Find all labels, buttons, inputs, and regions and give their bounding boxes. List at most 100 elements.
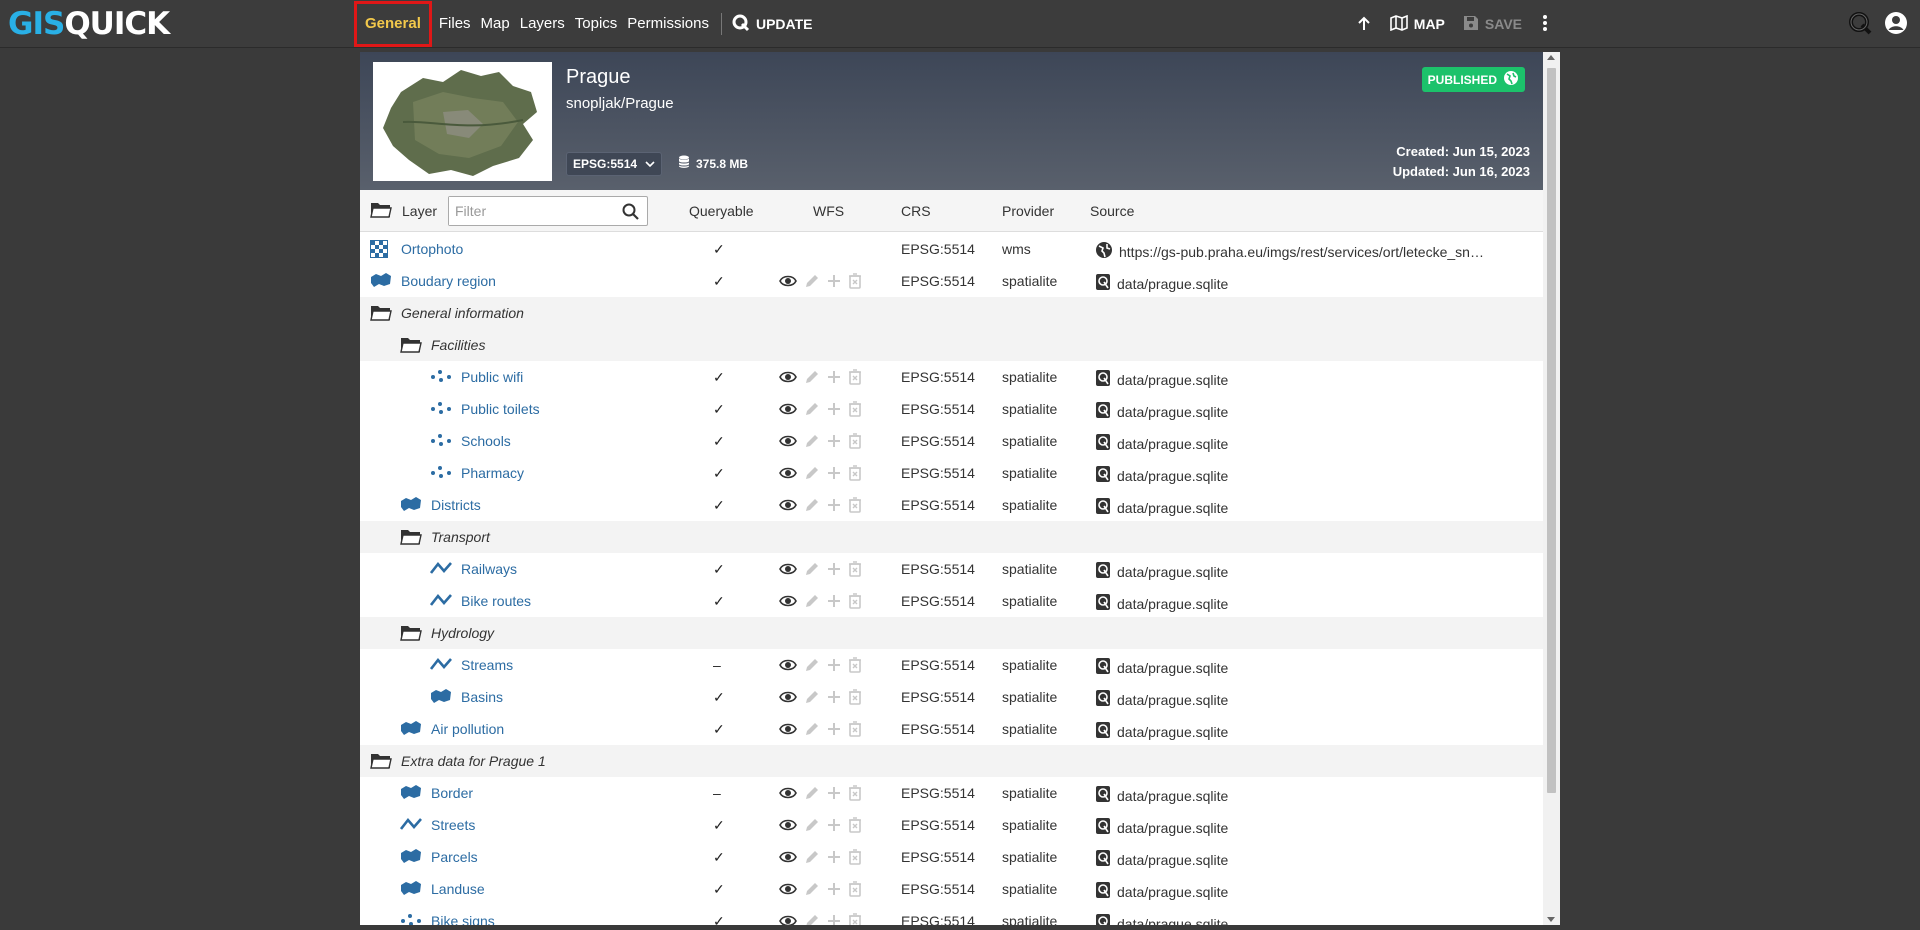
layer-row[interactable]: Border – EPSG:5514 spatialite data/prague.sq… [360, 777, 1543, 809]
layer-row[interactable]: Public toilets ✓ EPSG:5514 spatialite data/p… [360, 393, 1543, 425]
queryable-flag[interactable]: ✓ [713, 817, 725, 834]
layer-group-row[interactable]: Hydrology [360, 617, 1543, 649]
layer-row[interactable]: Boudary region ✓ EPSG:5514 spatialite data/p… [360, 265, 1543, 297]
scrollbar-thumb[interactable] [1547, 68, 1556, 793]
layer-name-label[interactable]: Railways [461, 561, 517, 577]
layer-row[interactable]: Railways ✓ EPSG:5514 spatialite data/prague.… [360, 553, 1543, 585]
tab-topics[interactable]: Topics [570, 0, 623, 48]
layer-row[interactable]: Streams – EPSG:5514 spatialite data/prague.s… [360, 649, 1543, 681]
plus-icon[interactable] [827, 402, 841, 419]
layer-row[interactable]: Ortophoto ✓ EPSG:5514 wms https://gs-pub.pra… [360, 233, 1543, 265]
delete-icon[interactable] [848, 913, 862, 925]
queryable-flag[interactable]: ✓ [713, 497, 725, 514]
tab-layers[interactable]: Layers [515, 0, 570, 48]
eye-icon[interactable] [779, 274, 797, 291]
plus-icon[interactable] [827, 498, 841, 515]
queryable-flag[interactable]: ✓ [713, 561, 725, 578]
plus-icon[interactable] [827, 274, 841, 291]
plus-icon[interactable] [827, 434, 841, 451]
queryable-flag[interactable]: ✓ [713, 401, 725, 418]
eye-icon[interactable] [779, 722, 797, 739]
layer-name-label[interactable]: Public wifi [461, 369, 523, 385]
eye-icon[interactable] [779, 818, 797, 835]
eye-icon[interactable] [779, 882, 797, 899]
folder-icon[interactable] [400, 336, 422, 357]
scroll-down-arrow[interactable] [1547, 917, 1555, 922]
delete-icon[interactable] [848, 401, 862, 420]
delete-icon[interactable] [848, 785, 862, 804]
layer-name-label[interactable]: Ortophoto [401, 241, 463, 257]
edit-icon[interactable] [804, 593, 820, 612]
folder-icon[interactable] [370, 304, 392, 325]
edit-icon[interactable] [804, 273, 820, 292]
queryable-flag[interactable]: ✓ [713, 881, 725, 898]
queryable-flag[interactable]: ✓ [713, 593, 725, 610]
layer-name-label[interactable]: Streams [461, 657, 513, 673]
edit-icon[interactable] [804, 465, 820, 484]
filter-input[interactable] [449, 197, 609, 225]
edit-icon[interactable] [804, 401, 820, 420]
layer-name-label[interactable]: Basins [461, 689, 503, 705]
layer-name-label[interactable]: Border [431, 785, 473, 801]
plus-icon[interactable] [827, 850, 841, 867]
vertical-scrollbar[interactable] [1543, 52, 1560, 925]
delete-icon[interactable] [848, 561, 862, 580]
upload-button[interactable] [1356, 15, 1372, 34]
eye-icon[interactable] [779, 466, 797, 483]
plus-icon[interactable] [827, 594, 841, 611]
queryable-flag[interactable]: – [713, 785, 721, 801]
layer-filter[interactable] [448, 196, 648, 226]
layer-group-row[interactable]: Transport [360, 521, 1543, 553]
plus-icon[interactable] [827, 818, 841, 835]
layer-group-row[interactable]: Extra data for Prague 1 [360, 745, 1543, 777]
plus-icon[interactable] [827, 562, 841, 579]
queryable-flag[interactable]: – [713, 657, 721, 673]
plus-icon[interactable] [827, 370, 841, 387]
eye-icon[interactable] [779, 370, 797, 387]
folder-icon[interactable] [370, 752, 392, 773]
delete-icon[interactable] [848, 497, 862, 516]
delete-icon[interactable] [848, 593, 862, 612]
edit-icon[interactable] [804, 785, 820, 804]
delete-icon[interactable] [848, 657, 862, 676]
layer-group-row[interactable]: Facilities [360, 329, 1543, 361]
delete-icon[interactable] [848, 433, 862, 452]
layer-group-row[interactable]: General information [360, 297, 1543, 329]
layer-name-label[interactable]: Landuse [431, 881, 485, 897]
layer-name-label[interactable]: Boudary region [401, 273, 496, 289]
queryable-flag[interactable]: ✓ [713, 369, 725, 386]
plus-icon[interactable] [827, 722, 841, 739]
crs-select[interactable]: EPSG:5514 [566, 152, 663, 176]
delete-icon[interactable] [848, 689, 862, 708]
qgis-logo-button[interactable] [1848, 11, 1872, 38]
eye-icon[interactable] [779, 690, 797, 707]
delete-icon[interactable] [848, 273, 862, 292]
update-button[interactable]: UPDATE [732, 14, 813, 35]
edit-icon[interactable] [804, 433, 820, 452]
layer-name-label[interactable]: Streets [431, 817, 475, 833]
delete-icon[interactable] [848, 817, 862, 836]
eye-icon[interactable] [779, 498, 797, 515]
layer-row[interactable]: Schools ✓ EPSG:5514 spatialite data/prague.s… [360, 425, 1543, 457]
queryable-flag[interactable]: ✓ [713, 465, 725, 482]
layer-name-label[interactable]: Bike routes [461, 593, 531, 609]
delete-icon[interactable] [848, 849, 862, 868]
edit-icon[interactable] [804, 561, 820, 580]
map-button[interactable]: MAP [1389, 14, 1445, 34]
layer-row[interactable]: Bike signs ✓ EPSG:5514 spatialite data/pragu… [360, 905, 1543, 925]
layer-row[interactable]: Districts ✓ EPSG:5514 spatialite data/prague… [360, 489, 1543, 521]
layer-name-label[interactable]: Air pollution [431, 721, 504, 737]
more-menu-button[interactable] [1542, 14, 1548, 35]
layer-row[interactable]: Parcels ✓ EPSG:5514 spatialite data/prague.s… [360, 841, 1543, 873]
tab-map[interactable]: Map [476, 0, 515, 48]
eye-icon[interactable] [779, 562, 797, 579]
eye-icon[interactable] [779, 658, 797, 675]
edit-icon[interactable] [804, 913, 820, 925]
edit-icon[interactable] [804, 817, 820, 836]
layer-name-label[interactable]: Schools [461, 433, 511, 449]
queryable-flag[interactable]: ✓ [713, 689, 725, 706]
queryable-flag[interactable]: ✓ [713, 721, 725, 738]
plus-icon[interactable] [827, 658, 841, 675]
folder-icon[interactable] [400, 528, 422, 549]
eye-icon[interactable] [779, 402, 797, 419]
